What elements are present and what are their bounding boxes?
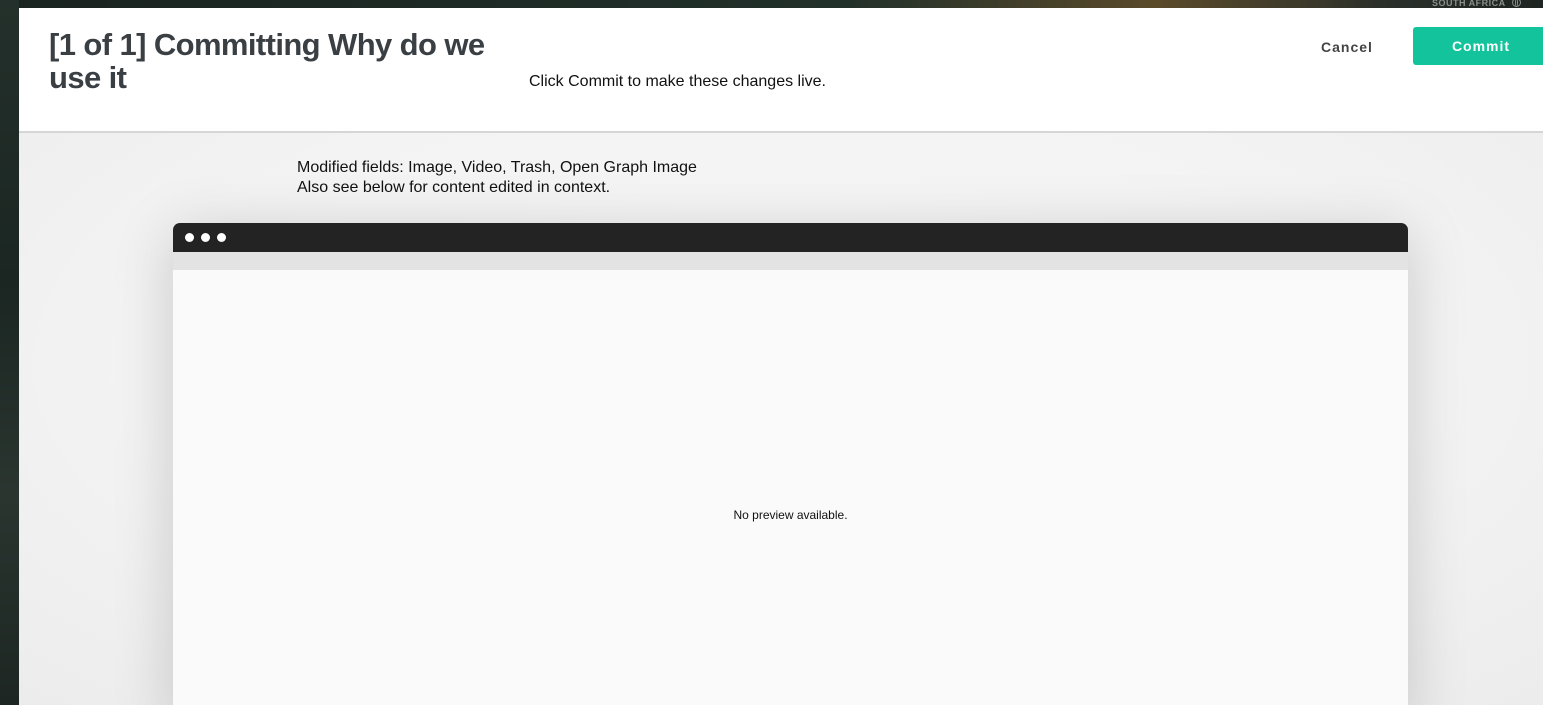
change-summary: Modified fields: Image, Video, Trash, Op… [297,158,697,198]
page-background-top [0,0,1543,8]
modal-header: [1 of 1] Committing Why do we use it Cli… [19,8,1543,133]
commit-modal: [1 of 1] Committing Why do we use it Cli… [19,8,1543,705]
commit-button[interactable]: Commit [1413,27,1543,65]
window-dot-icon [217,233,226,242]
cancel-button[interactable]: Cancel [1301,36,1393,58]
modal-body: Modified fields: Image, Video, Trash, Op… [19,133,1543,705]
region-selector[interactable]: South Africa [1432,0,1521,8]
browser-toolbar-strip [173,252,1408,270]
window-dot-icon [201,233,210,242]
modal-title: [1 of 1] Committing Why do we use it [49,27,485,95]
browser-title-bar [173,223,1408,252]
modified-fields-text: Modified fields: Image, Video, Trash, Op… [297,159,697,176]
preview-browser-frame: No preview available. [173,223,1408,705]
context-note-text: Also see below for content edited in con… [297,179,611,196]
no-preview-message: No preview available. [733,508,848,522]
globe-icon [1511,0,1521,7]
page-background-left [0,0,19,705]
modal-subtitle: Click Commit to make these changes live. [529,73,826,90]
window-dot-icon [185,233,194,242]
region-label: South Africa [1432,0,1506,8]
preview-area: No preview available. [173,270,1408,705]
